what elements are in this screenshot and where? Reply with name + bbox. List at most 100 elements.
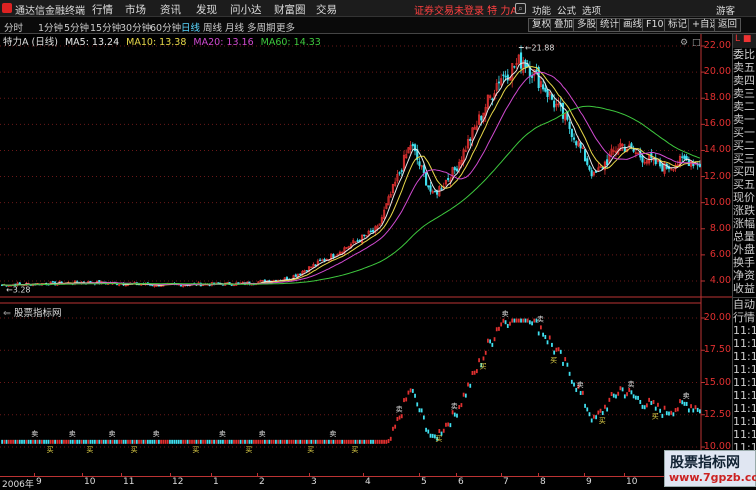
- candle-body: [356, 240, 359, 242]
- candle-body: [319, 259, 322, 262]
- indicator-bar: [266, 439, 268, 444]
- indicator-bar: [105, 439, 107, 444]
- tick-time-label: 11:1: [733, 428, 756, 441]
- indicator-bar: [378, 439, 381, 444]
- indicator-bar: [310, 439, 313, 444]
- indicator-bar: [261, 439, 264, 444]
- buy-signal-icon: 买: [599, 417, 606, 425]
- indicator-bar: [52, 439, 54, 444]
- indicator-bar: [654, 406, 657, 411]
- kline-chart[interactable]: ←21.88←3.28 卖卖卖卖卖卖卖卖 卖卖卖卖 卖卖买买买买买买买买买买买买: [0, 0, 732, 476]
- date-axis-label: 9: [586, 477, 592, 487]
- indicator-bar: [281, 439, 284, 444]
- indicator-bar: [197, 439, 200, 444]
- indicator-bar: [453, 412, 456, 417]
- quote-field-label: 卖一: [733, 113, 755, 126]
- ma20-line: [2, 71, 700, 286]
- indicator-bar: [131, 439, 134, 444]
- buy-signal-icon: 买: [435, 435, 442, 443]
- indicator-bar: [431, 433, 434, 438]
- indicator-bar: [292, 439, 295, 444]
- candle-body: [572, 137, 576, 140]
- indicator-bar: [49, 439, 52, 444]
- indicator-bar: [93, 439, 96, 444]
- candle-body: [237, 282, 240, 284]
- buy-signal-icon: 买: [245, 446, 252, 454]
- indicator-bar: [570, 379, 573, 384]
- candle-body: [425, 172, 428, 186]
- indicator-bar: [56, 439, 59, 444]
- candle-body: [561, 103, 565, 119]
- sell-signal-icon: 卖: [329, 430, 336, 438]
- price-axis-label: 6.00: [709, 248, 731, 260]
- candle-body: [575, 141, 578, 146]
- indicator-bar: [429, 433, 432, 438]
- indicator-bar: [482, 356, 485, 361]
- price-axis-label: 12.00: [703, 170, 731, 182]
- indicator-bar: [330, 439, 333, 444]
- indicator-bar: [665, 411, 668, 416]
- indicator-bar: [321, 439, 324, 444]
- indicator-bar: [387, 439, 390, 444]
- quote-side-panel: L ■ 委比 卖五 卖四 卖三 卖二 卖一 买一 买二 买三 买四 买五 现价 涨跌 涨幅 总量 外盘 换手 净资收…: [732, 34, 756, 487]
- indicator-bar: [668, 411, 670, 416]
- tick-time-label: 11:1: [733, 389, 756, 402]
- indicator-bar: [71, 439, 74, 444]
- indicator-bar: [542, 332, 544, 337]
- indicator-bar: [149, 439, 151, 444]
- indicator-bar: [120, 439, 123, 444]
- tick-time-label: 行情: [733, 311, 755, 324]
- candle-body: [583, 149, 587, 162]
- candle-body: [661, 163, 664, 172]
- indicator-bar: [109, 439, 112, 444]
- indicator-bar: [679, 399, 681, 404]
- sell-signal-icon: 卖: [259, 430, 266, 438]
- indicator-bar: [230, 439, 233, 444]
- indicator-bar: [215, 439, 218, 444]
- candle-body: [544, 87, 547, 92]
- indicator-bar: [365, 439, 368, 444]
- indicator-bar: [219, 439, 222, 444]
- indicator-bar: [347, 439, 350, 444]
- indicator-bar: [643, 405, 646, 410]
- tick-time-label: 11:1: [733, 376, 756, 389]
- indicator-bar: [588, 412, 591, 417]
- indicator-bar: [47, 439, 50, 444]
- indicator-bar: [687, 408, 690, 413]
- indicator-bar: [301, 439, 304, 444]
- buy-signal-icon: 买: [479, 362, 486, 370]
- candle-body: [453, 167, 456, 171]
- tick-time-label: 11:1: [733, 402, 756, 415]
- indicator-axis-label: 15.00: [703, 376, 731, 388]
- buy-signal-icon: 买: [86, 446, 93, 454]
- candle-body: [590, 170, 593, 177]
- candle-body: [542, 84, 545, 90]
- indicator-bar: [246, 439, 249, 444]
- tick-time-label: 11:1: [733, 415, 756, 428]
- indicator-bar: [590, 418, 593, 423]
- indicator-bar: [528, 320, 531, 325]
- indicator-bar: [100, 439, 103, 444]
- indicator-bar: [606, 407, 609, 412]
- indicator-bar: [356, 439, 359, 444]
- indicator-bar: [559, 349, 562, 354]
- buy-signal-icon: 买: [47, 446, 54, 454]
- indicator-bar: [445, 422, 447, 427]
- indicator-bar: [129, 439, 132, 444]
- candle-body: [369, 230, 372, 233]
- indicator-bar: [405, 397, 408, 402]
- indicator-bar: [692, 408, 695, 413]
- candle-body: [372, 229, 375, 232]
- indicator-bar: [98, 439, 101, 444]
- candle-body: [422, 165, 425, 174]
- indicator-bar: [222, 439, 224, 444]
- candle-body: [524, 59, 527, 68]
- buy-signal-icon: 买: [550, 357, 557, 365]
- indicator-bar: [449, 423, 452, 428]
- indicator-bar: [299, 439, 302, 444]
- indicator-bar: [345, 439, 348, 444]
- candle-body: [411, 143, 414, 147]
- indicator-bar: [369, 439, 372, 444]
- sell-signal-icon: 卖: [153, 430, 160, 438]
- indicator-bar: [639, 399, 642, 404]
